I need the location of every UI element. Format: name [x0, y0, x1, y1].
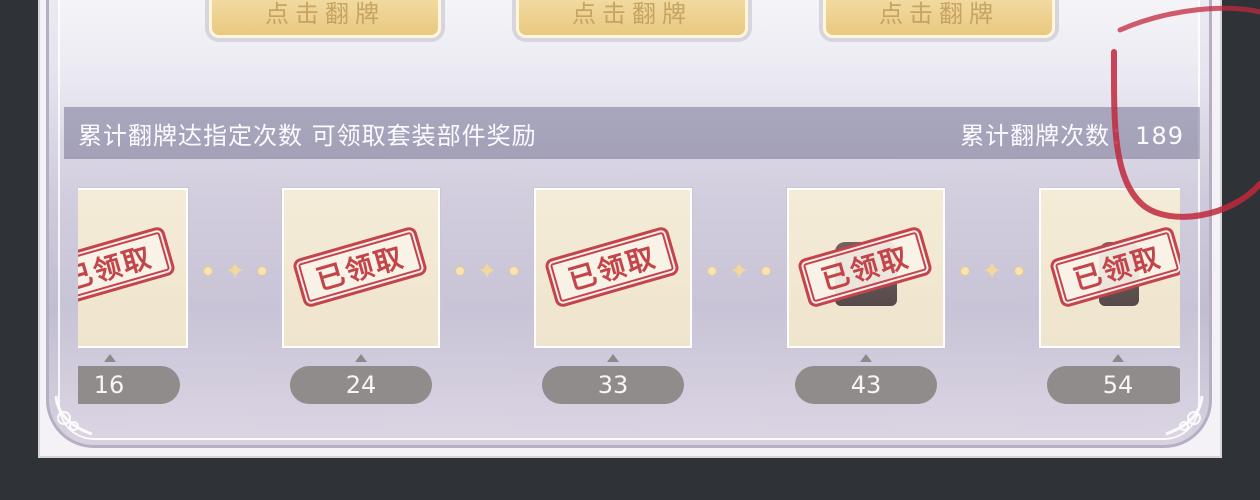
sparkle-connector-icon: ✦	[981, 257, 1003, 285]
threshold-badge-24: 24	[290, 366, 432, 404]
flip-count-text: 累计翻牌次数：189	[960, 122, 1184, 150]
card-connector: ✦	[203, 257, 267, 285]
reward-hint-text: 累计翻牌达指定次数 可领取套装部件奖励	[78, 122, 537, 150]
card-connector: ✦	[960, 257, 1024, 285]
reward-card-24[interactable]: 已领取	[282, 188, 440, 348]
claimed-stamp: 已领取	[543, 225, 681, 309]
card-pointer	[355, 354, 367, 362]
flip-card-button-label: 点击翻牌	[572, 0, 692, 28]
threshold-badge-33: 33	[542, 366, 684, 404]
claimed-stamp: 已领取	[78, 225, 177, 309]
connector-dot	[203, 266, 213, 276]
flip-card-button-label: 点击翻牌	[879, 0, 999, 28]
sparkle-connector-icon: ✦	[728, 257, 750, 285]
connector-dot	[1014, 266, 1024, 276]
flip-card-button-2[interactable]: 点击翻牌	[516, 0, 748, 38]
connector-dot	[509, 266, 519, 276]
connector-dot	[960, 266, 970, 276]
reward-track[interactable]: 已领取 16 ✦ 已领取 24 ✦ 已领取 33 ✦ 已领取 43 ✦ 已领取 …	[78, 180, 1180, 410]
claimed-stamp: 已领取	[291, 225, 429, 309]
connector-dot	[257, 266, 267, 276]
connector-dot	[761, 266, 771, 276]
reward-card-54[interactable]: 已领取	[1039, 188, 1180, 348]
threshold-badge-43: 43	[795, 366, 937, 404]
card-connector: ✦	[455, 257, 519, 285]
reward-card-33[interactable]: 已领取	[534, 188, 692, 348]
flip-card-button-3[interactable]: 点击翻牌	[823, 0, 1055, 38]
connector-dot	[707, 266, 717, 276]
sparkle-connector-icon: ✦	[476, 257, 498, 285]
corner-ornament-icon	[54, 395, 93, 436]
sparkle-connector-icon: ✦	[224, 257, 246, 285]
card-pointer	[1112, 354, 1124, 362]
card-pointer	[607, 354, 619, 362]
connector-dot	[455, 266, 465, 276]
reward-card-43[interactable]: 已领取	[787, 188, 945, 348]
corner-ornament-icon	[1165, 395, 1204, 436]
card-pointer	[104, 354, 116, 362]
card-pointer	[860, 354, 872, 362]
card-connector: ✦	[707, 257, 771, 285]
reward-card-16[interactable]: 已领取	[78, 188, 188, 348]
flip-card-button-label: 点击翻牌	[265, 0, 385, 28]
flip-card-button-1[interactable]: 点击翻牌	[209, 0, 441, 38]
